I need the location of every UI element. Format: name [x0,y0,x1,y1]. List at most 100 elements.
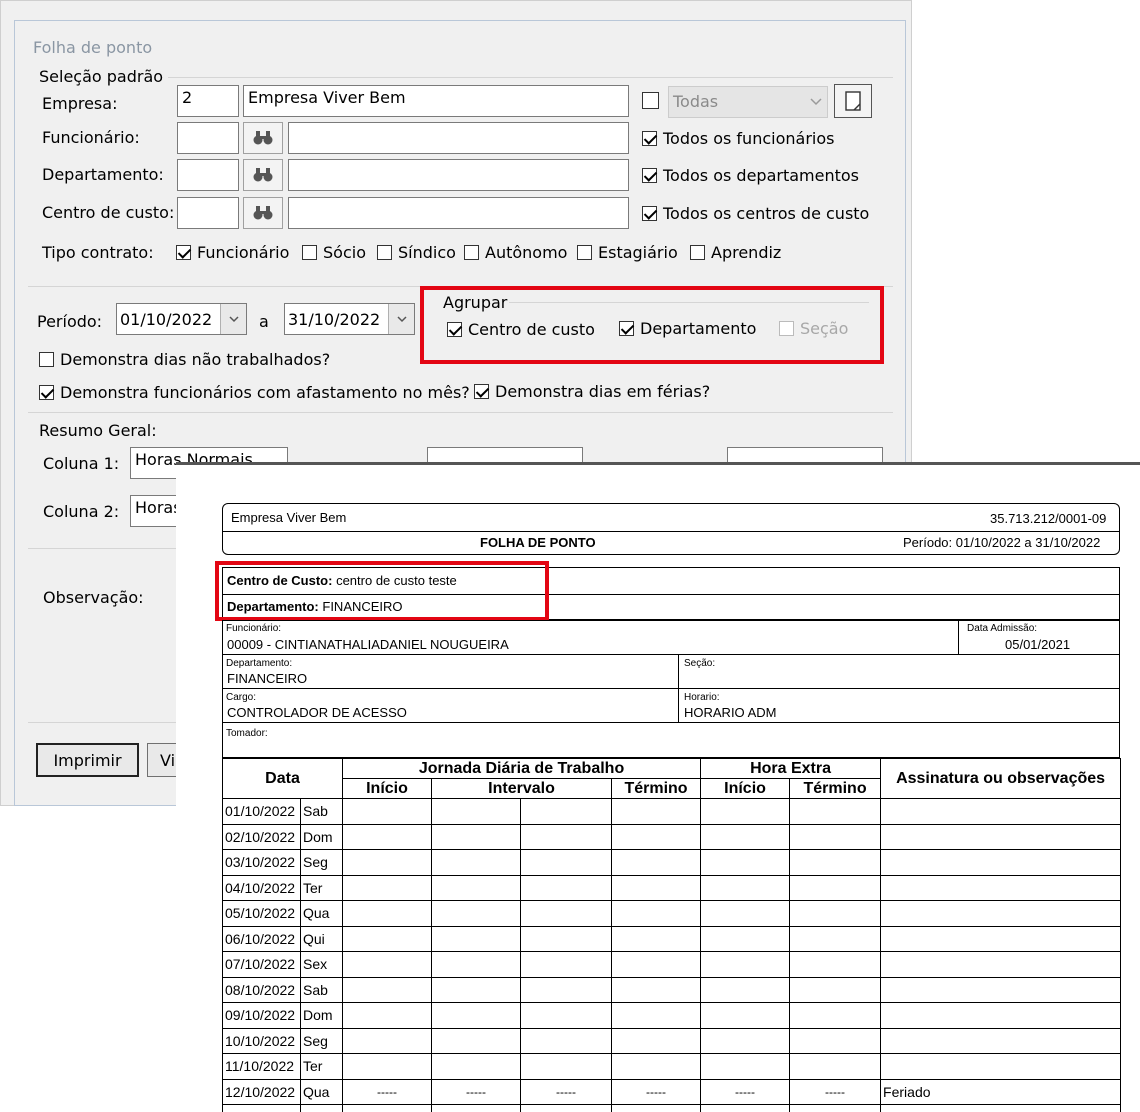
intervalo-header: Intervalo [431,778,612,799]
table-row: 04/10/2022 Ter [222,874,1122,901]
tipo-contrato-label: Tipo contrato: [42,243,154,262]
row-obs-cell [880,874,1122,901]
demonstra-ferias-label: Demonstra dias em férias? [495,382,711,401]
row-date-cell: 09/10/2022 [222,1002,301,1029]
employee-divider [222,688,1120,689]
tipo-socio-checkbox[interactable]: Sócio [302,243,366,262]
horario-caption: Horario: [684,692,720,703]
assinatura-header: Assinatura ou observações [880,758,1122,799]
row-time-cell [789,798,882,825]
termino-header: Término [610,778,702,799]
inicio-header: Início [342,778,432,799]
row-time-cell: ----- [342,1078,432,1105]
row-time-cell [789,823,882,850]
todos-departamentos-checkbox[interactable]: Todos os departamentos [642,166,859,185]
calendar-dropdown-button[interactable] [388,304,414,334]
tomador-caption: Tomador: [226,728,268,739]
report-empresa: Empresa Viver Bem [231,510,347,525]
row-time-cell: ----- [520,1078,612,1105]
row-time-cell [342,849,432,876]
row-time-cell: ----- [431,1078,521,1105]
row-obs-cell [880,951,1122,978]
row-time-cell [610,798,702,825]
tipo-funcionario-checkbox[interactable]: Funcionário [176,243,289,262]
row-day-cell: Qui [300,925,343,952]
employee-divider [222,722,1120,723]
table-header-row: Data Jornada Diária de Trabalho Hora Ext… [222,758,1122,799]
tipo-autonomo-label: Autônomo [485,243,568,262]
row-time-cell [520,925,612,952]
checkbox-box [690,245,705,260]
row-time-cell [342,1002,432,1029]
todas-select[interactable]: Todas [668,86,828,118]
departamento-search-button[interactable] [243,159,283,191]
row-obs-cell [880,1027,1122,1054]
centro-custo-name-input[interactable] [288,197,629,229]
tipo-socio-label: Sócio [323,243,366,262]
row-time-cell [789,1027,882,1054]
calendar-dropdown-button[interactable] [220,304,246,334]
row-time-cell [610,900,702,927]
row-obs-cell [880,1104,1122,1112]
departamento-code-input[interactable] [177,159,239,191]
funcionario-search-button[interactable] [243,122,283,154]
periodo-de-date[interactable]: 01/10/2022 [116,303,247,335]
row-time-cell [610,874,702,901]
todos-funcionarios-checkbox[interactable]: Todos os funcionários [642,129,834,148]
row-time-cell [789,874,882,901]
binoculars-icon [253,206,273,220]
demonstra-ferias-checkbox[interactable]: Demonstra dias em férias? [474,382,710,401]
tipo-funcionario-label: Funcionário [197,243,290,262]
section-divider [28,548,178,549]
report-button[interactable] [834,84,872,118]
chevron-down-icon [396,316,407,323]
funcionario-code-input[interactable] [177,122,239,154]
row-time-cell [700,1053,791,1080]
row-time-cell [700,1002,791,1029]
row-date-cell: 08/10/2022 [222,976,301,1003]
demonstra-afastamento-checkbox[interactable]: Demonstra funcionários com afastamento n… [39,383,470,402]
row-time-cell [431,925,521,952]
todas-select-value: Todas [673,92,719,111]
row-obs-cell: Feriado [880,1078,1122,1105]
empresa-code-input[interactable]: 2 [177,85,239,117]
checkbox-box [642,168,657,183]
periodo-ate-value: 31/10/2022 [288,309,381,329]
funcionario-caption: Funcionário: [226,623,282,634]
demonstra-dias-nao-trab-checkbox[interactable]: Demonstra dias não trabalhados? [39,350,330,369]
row-time-cell [431,1027,521,1054]
row-time-cell [789,925,882,952]
row-time-cell [700,976,791,1003]
row-day-cell: Qua [300,900,343,927]
row-time-cell [610,976,702,1003]
departamento-name-input[interactable] [288,159,629,191]
imprimir-button[interactable]: Imprimir [36,743,139,777]
centro-custo-search-button[interactable] [243,197,283,229]
row-time-cell [610,1027,702,1054]
todas-checkbox[interactable] [642,92,659,109]
tipo-aprendiz-label: Aprendiz [711,243,782,262]
row-time-cell [610,849,702,876]
row-date-cell: 10/10/2022 [222,1027,301,1054]
row-time-cell [520,900,612,927]
row-day-cell: Ter [300,874,343,901]
centro-custo-code-input[interactable] [177,197,239,229]
tipo-aprendiz-checkbox[interactable]: Aprendiz [690,243,781,262]
report-highlight-box [215,561,549,621]
row-time-cell [431,900,521,927]
row-time-cell [520,1053,612,1080]
checkbox-box [377,245,392,260]
row-time-cell [700,874,791,901]
admissao-caption: Data Admissão: [967,623,1038,634]
funcionario-name-input[interactable] [288,122,629,154]
tipo-estagiario-checkbox[interactable]: Estagiário [577,243,678,262]
periodo-ate-date[interactable]: 31/10/2022 [284,303,415,335]
row-time-cell [700,823,791,850]
empresa-name-input[interactable]: Empresa Viver Bem [243,85,629,117]
row-obs-cell [880,900,1122,927]
row-time-cell [342,823,432,850]
todos-centros-checkbox[interactable]: Todos os centros de custo [642,204,869,223]
tipo-sindico-checkbox[interactable]: Síndico [377,243,456,262]
table-row: 07/10/2022 Sex [222,951,1122,978]
tipo-autonomo-checkbox[interactable]: Autônomo [464,243,567,262]
